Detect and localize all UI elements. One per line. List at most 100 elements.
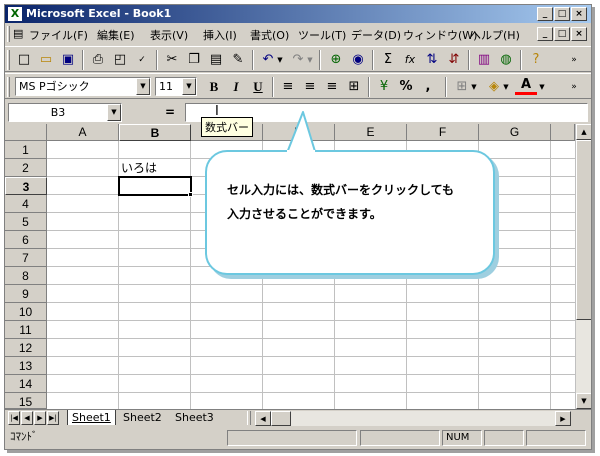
percent-style-button[interactable]: % [395,77,417,97]
borders-dropdown-icon[interactable]: ▼ [469,77,479,97]
minimize-button[interactable]: _ [537,7,553,21]
close-button[interactable]: × [571,7,587,21]
undo-dropdown-icon[interactable]: ▼ [275,50,285,70]
horizontal-scrollbar[interactable]: ◀ ▶ [255,411,571,426]
align-left-icon[interactable]: ≡ [277,77,299,97]
row-header-8[interactable]: 8 [5,267,47,285]
chevron-down-icon[interactable]: ▼ [107,104,121,121]
fill-handle[interactable] [188,192,193,197]
row-header-2[interactable]: 2 [5,159,47,177]
scroll-right-icon[interactable]: ▶ [555,411,571,426]
row-header-12[interactable]: 12 [5,339,47,357]
menu-view[interactable]: 表示(V) [150,27,188,43]
column-header-g[interactable]: G [479,124,551,141]
menu-tools[interactable]: ツール(T) [298,27,346,43]
autosum-icon[interactable]: Σ [377,50,399,70]
fill-color-dropdown-icon[interactable]: ▼ [501,77,511,97]
horizontal-scroll-thumb[interactable] [271,411,291,426]
bold-button[interactable]: B [203,77,225,97]
row-header-7[interactable]: 7 [5,249,47,267]
chart-wizard-icon[interactable]: ▥ [473,50,495,70]
column-header-partial[interactable] [551,124,575,141]
cell-b2[interactable]: いろは [121,161,157,176]
align-center-icon[interactable]: ≡ [299,77,321,97]
row-header-4[interactable]: 4 [5,195,47,213]
doc-minimize-button[interactable]: _ [537,27,553,41]
redo-dropdown-icon[interactable]: ▼ [305,50,315,70]
new-icon[interactable]: □ [13,50,35,70]
first-sheet-icon[interactable]: |◀ [8,411,20,425]
font-color-dropdown-icon[interactable]: ▼ [537,77,547,97]
row-header-10[interactable]: 10 [5,303,47,321]
menu-format[interactable]: 書式(O) [250,27,289,43]
map-icon[interactable]: ◍ [495,50,517,70]
cut-icon[interactable]: ✂ [161,50,183,70]
toolbar-overflow-icon[interactable]: » [567,77,581,97]
chevron-down-icon[interactable]: ▼ [136,78,150,95]
font-name-select[interactable]: MS Pゴシック ▼ [15,77,151,96]
doc-restore-button[interactable]: □ [554,27,570,41]
merge-center-icon[interactable]: ⊞ [343,77,365,97]
row-header-9[interactable]: 9 [5,285,47,303]
paste-icon[interactable]: ▤ [205,50,227,70]
spelling-icon[interactable]: ✓ [131,50,153,70]
office-assistant-icon[interactable]: ? [525,50,547,70]
column-header-e[interactable]: E [335,124,407,141]
print-preview-icon[interactable]: ◰ [109,50,131,70]
active-cell-b3[interactable] [118,176,192,196]
row-header-5[interactable]: 5 [5,213,47,231]
chevron-down-icon[interactable]: ▼ [182,78,196,95]
sort-ascending-icon[interactable]: ⇅ [421,50,443,70]
menu-data[interactable]: データ(D) [351,27,401,43]
row-header-11[interactable]: 11 [5,321,47,339]
menu-file[interactable]: ファイル(F) [29,27,88,43]
menu-help[interactable]: ヘルプ(H) [470,27,520,43]
vertical-scrollbar[interactable]: ▲ ▼ [575,124,591,409]
row-header-1[interactable]: 1 [5,141,47,159]
menu-window[interactable]: ウィンドウ(W) [403,27,477,43]
row-header-3[interactable]: 3 [5,177,47,195]
sheet-tab-sheet1[interactable]: Sheet1 [67,410,116,425]
function-icon[interactable]: fx [399,50,421,70]
prev-sheet-icon[interactable]: ◀ [21,411,33,425]
column-header-f[interactable]: F [407,124,479,141]
font-size-select[interactable]: 11 ▼ [155,77,197,96]
align-right-icon[interactable]: ≡ [321,77,343,97]
comma-style-button[interactable]: , [417,77,439,97]
row-header-13[interactable]: 13 [5,357,47,375]
maximize-button[interactable]: □ [554,7,570,21]
row-header-6[interactable]: 6 [5,231,47,249]
scroll-thumb[interactable] [576,140,591,320]
menu-insert[interactable]: 挿入(I) [203,27,237,43]
doc-close-button[interactable]: × [571,27,587,41]
web-toolbar-icon[interactable]: ◉ [347,50,369,70]
menu-edit[interactable]: 編集(E) [97,27,135,43]
title-bar[interactable]: X Microsoft Excel - Book1 _ □ × [5,5,591,23]
row-header-14[interactable]: 14 [5,375,47,393]
copy-icon[interactable]: ❐ [183,50,205,70]
font-color-button[interactable]: A [515,77,537,95]
scroll-left-icon[interactable]: ◀ [255,411,271,426]
column-header-b[interactable]: B [119,124,191,141]
toolbar-overflow-icon[interactable]: » [567,50,581,70]
open-icon[interactable]: ▭ [35,50,57,70]
row-header-15[interactable]: 15 [5,393,47,409]
save-icon[interactable]: ▣ [57,50,79,70]
select-all-corner[interactable] [5,124,47,141]
column-header-a[interactable]: A [47,124,119,141]
format-painter-icon[interactable]: ✎ [227,50,249,70]
sheet-tab-sheet3[interactable]: Sheet3 [171,410,218,425]
last-sheet-icon[interactable]: ▶| [47,411,59,425]
next-sheet-icon[interactable]: ▶ [34,411,46,425]
currency-icon[interactable]: ¥ [373,77,395,97]
formula-equals-button[interactable]: = [165,105,175,119]
italic-button[interactable]: I [225,77,247,97]
sheet-tab-sheet2[interactable]: Sheet2 [119,410,166,425]
name-box[interactable]: B3 ▼ [8,103,122,122]
scroll-up-icon[interactable]: ▲ [576,124,591,140]
tab-split-bar[interactable] [247,411,251,425]
scroll-down-icon[interactable]: ▼ [576,393,591,409]
underline-button[interactable]: U [247,77,269,97]
workbook-icon[interactable]: ▤ [13,27,23,40]
hyperlink-icon[interactable]: ⊕ [325,50,347,70]
